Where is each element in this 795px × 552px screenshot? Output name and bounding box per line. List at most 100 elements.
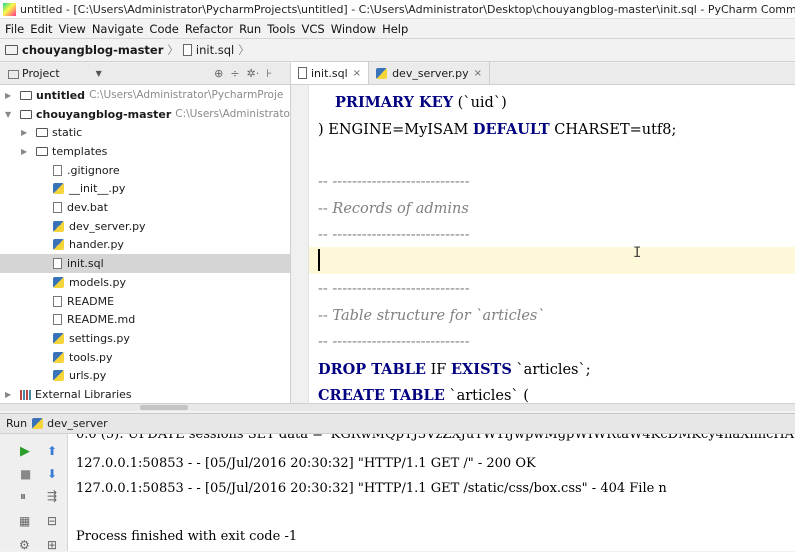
project-panel-header: Project ▼ ⊕ ÷ ✲· ⊦ (0, 63, 291, 85)
code-editor[interactable]: I PRIMARY KEY (`uid`) ) ENGINE=MyISAM DE… (291, 85, 795, 403)
console-line: 0.0 (5): UPDATE sessions SET data = 'KGR… (76, 434, 795, 442)
python-file-icon (53, 351, 64, 363)
editor-gutter[interactable] (291, 85, 309, 403)
code-line[interactable]: PRIMARY KEY (`uid`) (335, 94, 507, 111)
code-line[interactable]: -- Records of admins (318, 201, 469, 217)
close-icon[interactable]: × (353, 68, 361, 79)
menu-navigate[interactable]: Navigate (91, 22, 149, 36)
layout-icon[interactable]: ▦ (19, 514, 30, 528)
hide-panel-icon[interactable]: ⊦ (266, 67, 272, 80)
code-line[interactable]: -- Table structure for `articles` (318, 308, 545, 324)
settings-icon[interactable]: ⚙ (19, 538, 30, 552)
menu-help[interactable]: Help (381, 22, 413, 36)
arrow-up-icon[interactable]: ⬆ (47, 444, 57, 458)
code-line[interactable]: DROP TABLE IF EXISTS `articles`; (318, 361, 591, 378)
python-file-icon (53, 220, 64, 232)
horizontal-scrollbar[interactable] (0, 403, 795, 411)
tree-item-settings-py[interactable]: settings.py (0, 329, 290, 348)
tree-item-gitignore[interactable]: .gitignore (0, 161, 290, 180)
breadcrumb: chouyangblog-master 〉 init.sql 〉 (22, 42, 254, 58)
pause-icon[interactable]: ⏸ (20, 489, 26, 504)
tree-item-models-py[interactable]: models.py (0, 273, 290, 292)
menu-view[interactable]: View (58, 22, 91, 36)
menu-code[interactable]: Code (148, 22, 183, 36)
python-file-icon (53, 183, 64, 195)
tree-item-readme-md[interactable]: README.md (0, 310, 290, 329)
chevron-down-icon[interactable]: ▼ (96, 69, 102, 78)
menu-edit[interactable]: Edit (29, 22, 57, 36)
tree-item-tools-py[interactable]: tools.py (0, 348, 290, 367)
run-label: Run (6, 417, 28, 430)
rerun-icon[interactable]: ▶ (20, 444, 30, 459)
pycharm-app-icon (3, 2, 16, 16)
navigation-bar: chouyangblog-master 〉 init.sql 〉 (0, 38, 795, 62)
chevron-right-icon[interactable]: ▶ (5, 390, 11, 399)
breadcrumb-file[interactable]: init.sql (196, 43, 234, 57)
menu-file[interactable]: File (4, 22, 29, 36)
code-line[interactable]: -- ---------------------------- (318, 334, 470, 350)
tree-item-templates[interactable]: ▶ templates (0, 142, 290, 161)
sql-file-icon (182, 44, 192, 56)
tree-item-untitled[interactable]: ▶ untitled C:\Users\Administrator\Pychar… (0, 86, 290, 105)
python-file-icon (53, 332, 64, 344)
tab-init-sql[interactable]: init.sql × (291, 62, 370, 84)
sql-file-icon (298, 67, 307, 79)
print-icon[interactable]: ⊞ (47, 538, 57, 552)
console-line: 127.0.0.1:50853 - - [05/Jul/2016 20:30:3… (76, 481, 667, 496)
console-line: Process finished with exit code -1 (76, 529, 298, 544)
scroll-to-end-icon[interactable]: ⊟ (47, 514, 57, 528)
code-line[interactable]: -- ---------------------------- (318, 227, 470, 243)
breadcrumb-separator: 〉 (167, 43, 179, 57)
code-line[interactable]: -- ---------------------------- (318, 174, 470, 190)
current-line-highlight (309, 247, 795, 274)
tree-item-hander-py[interactable]: hander.py (0, 236, 290, 255)
tab-dev-server-py[interactable]: dev_server.py × (369, 62, 491, 84)
menu-refactor[interactable]: Refactor (184, 22, 238, 36)
breadcrumb-separator: 〉 (238, 43, 250, 57)
stop-icon[interactable]: ■ (20, 467, 31, 481)
collapse-all-icon[interactable]: ÷ (230, 67, 239, 80)
window-title: untitled - [C:\Users\Administrator\Pycha… (20, 2, 795, 16)
chevron-down-icon[interactable]: ▼ (5, 110, 11, 119)
tree-item-readme[interactable]: README (0, 292, 290, 311)
tree-item-static[interactable]: ▶ static (0, 123, 290, 142)
arrow-down-icon[interactable]: ⬇ (47, 467, 57, 481)
tree-item-init-py[interactable]: __init__.py (0, 180, 290, 199)
code-line[interactable]: ) ENGINE=MyISAM DEFAULT CHARSET=utf8; (318, 121, 676, 138)
run-console[interactable]: 0.0 (5): UPDATE sessions SET data = 'KGR… (68, 434, 795, 551)
code-line[interactable]: -- ---------------------------- (318, 281, 470, 297)
folder-icon (36, 128, 48, 138)
gear-icon[interactable]: ✲· (247, 67, 260, 80)
folder-icon (20, 90, 32, 100)
tree-item-urls-py[interactable]: urls.py (0, 367, 290, 386)
folder-icon (20, 109, 32, 119)
menu-run[interactable]: Run (238, 22, 266, 36)
tree-item-init-sql[interactable]: init.sql (0, 254, 290, 273)
scrollbar-thumb[interactable] (140, 405, 188, 410)
python-file-icon (376, 67, 388, 79)
project-title: Project (22, 67, 60, 80)
run-config-name[interactable]: dev_server (47, 417, 108, 430)
tree-item-chouyangblog-master[interactable]: ▼ chouyangblog-master C:\Users\Administr… (0, 105, 290, 124)
tree-item-dev-server-py[interactable]: dev_server.py (0, 217, 290, 236)
python-file-icon (53, 370, 64, 382)
soft-wrap-icon[interactable]: ⇶ (47, 489, 57, 503)
run-toolbar: ▶ ⬆ ■ ⬇ ⏸ ⇶ ▦ ⊟ ⚙ ⊞ (0, 434, 68, 552)
code-line[interactable]: CREATE TABLE `articles` ( (318, 387, 529, 403)
chevron-right-icon[interactable]: ▶ (21, 128, 27, 137)
sql-file-icon (53, 258, 62, 270)
menu-vcs[interactable]: VCS (301, 22, 330, 36)
menu-window[interactable]: Window (330, 22, 381, 36)
close-icon[interactable]: × (474, 68, 482, 79)
menu-tools[interactable]: Tools (266, 22, 300, 36)
editor-tabs: init.sql × dev_server.py × (291, 62, 795, 85)
chevron-right-icon[interactable]: ▶ (5, 91, 11, 100)
tree-item-dev-bat[interactable]: dev.bat (0, 198, 290, 217)
folder-icon (5, 45, 18, 55)
project-view-selector[interactable]: Project ▼ (22, 67, 102, 80)
chevron-right-icon[interactable]: ▶ (21, 147, 27, 156)
scroll-from-source-icon[interactable]: ⊕ (214, 67, 223, 80)
python-file-icon (53, 239, 64, 251)
tree-item-external-libraries[interactable]: ▶ External Libraries (0, 385, 290, 403)
breadcrumb-folder[interactable]: chouyangblog-master (22, 43, 163, 57)
